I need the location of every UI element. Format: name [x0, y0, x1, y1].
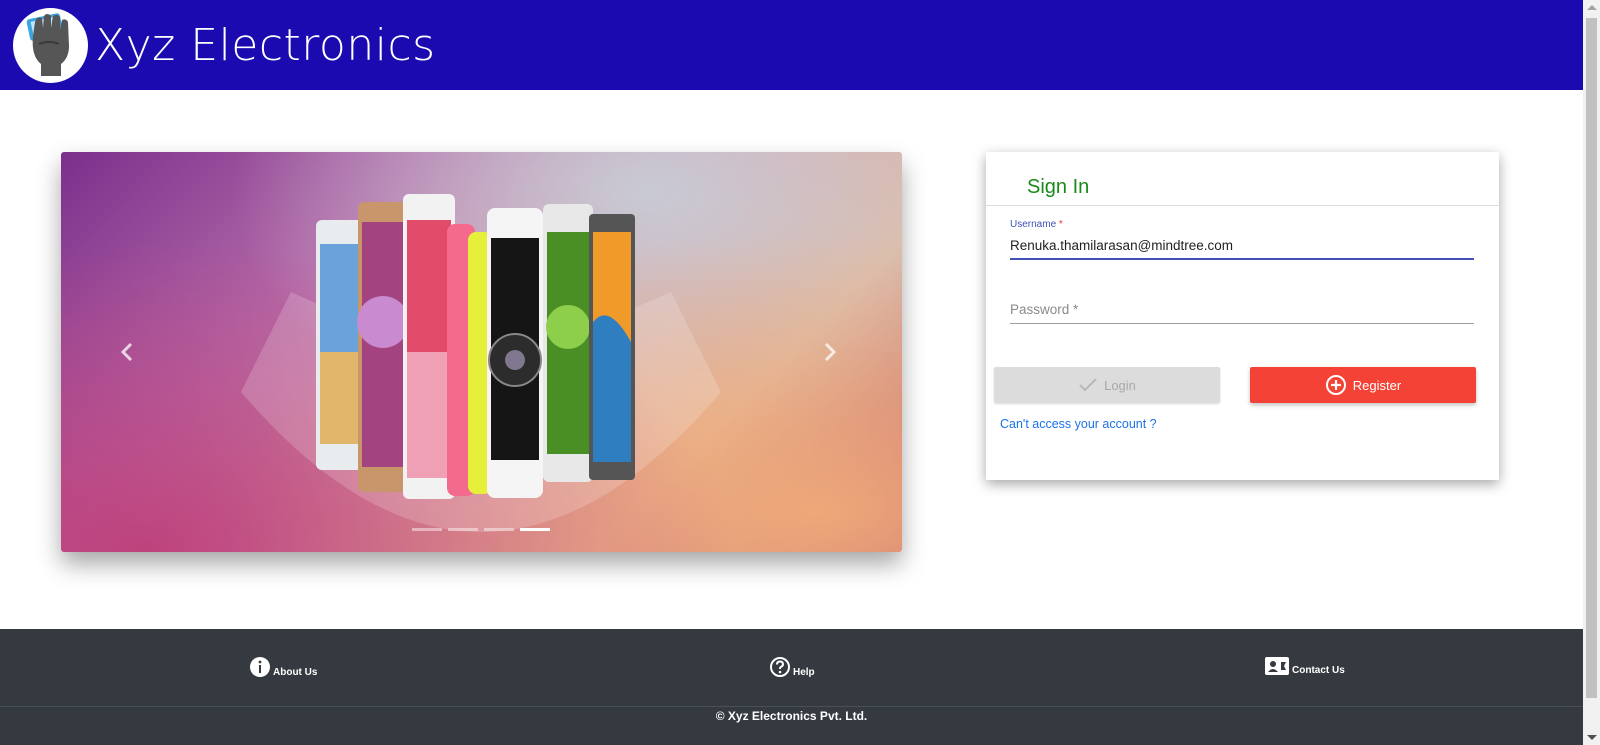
footer-divider	[0, 706, 1583, 707]
help-icon	[770, 657, 790, 677]
carousel-indicator-active[interactable]	[520, 528, 550, 531]
card-divider	[986, 205, 1499, 206]
register-label: Register	[1352, 377, 1402, 393]
carousel-indicator[interactable]	[412, 528, 442, 531]
username-input[interactable]	[1010, 234, 1473, 256]
username-label: Username *	[1010, 219, 1063, 230]
signin-card: Sign In Username * Login Register Can't …	[986, 152, 1499, 480]
forgot-account-link[interactable]: Can't access your account ?	[1000, 417, 1157, 431]
site-footer: About Us Help Contact Us © Xyz Electroni…	[0, 629, 1583, 745]
contact-card-icon	[1265, 657, 1289, 675]
login-button[interactable]: Login	[994, 367, 1220, 403]
fist-phone-icon	[26, 13, 69, 76]
add-circle-icon	[1325, 375, 1346, 395]
footer-help-link[interactable]: Help	[769, 656, 815, 678]
scrollbar-thumb[interactable]	[1586, 18, 1597, 698]
product-carousel	[61, 152, 902, 552]
about-label: About Us	[273, 667, 318, 678]
login-label: Login	[1104, 377, 1136, 393]
password-input[interactable]	[1010, 298, 1473, 320]
brand-name: Xyz Electronics	[95, 20, 436, 71]
register-button[interactable]: Register	[1250, 367, 1476, 403]
copyright-text: © Xyz Electronics Pvt. Ltd.	[715, 709, 868, 723]
chevron-left-icon	[120, 342, 133, 362]
required-mark: *	[1058, 219, 1063, 230]
footer-contact-link[interactable]: Contact Us	[1264, 656, 1345, 676]
password-underline	[1010, 323, 1474, 324]
signin-title: Sign In	[1027, 176, 1090, 198]
scroll-down-icon[interactable]	[1587, 735, 1597, 740]
carousel-indicator[interactable]	[484, 528, 514, 531]
help-label: Help	[793, 667, 815, 678]
chevron-right-icon	[824, 342, 837, 362]
carousel-next-button[interactable]	[815, 332, 845, 372]
carousel-indicator[interactable]	[448, 528, 478, 531]
scroll-up-icon[interactable]	[1587, 5, 1597, 10]
brand-logo[interactable]	[13, 8, 88, 83]
footer-about-link[interactable]: About Us	[249, 656, 317, 678]
info-icon	[250, 657, 270, 677]
username-label-text: Username	[1010, 219, 1057, 230]
contact-label: Contact Us	[1292, 665, 1345, 676]
check-icon	[1079, 378, 1097, 392]
carousel-prev-button[interactable]	[112, 332, 142, 372]
username-underline	[1010, 258, 1474, 260]
phones-banner-image	[241, 194, 721, 532]
app-header: Xyz Electronics	[0, 0, 1583, 90]
